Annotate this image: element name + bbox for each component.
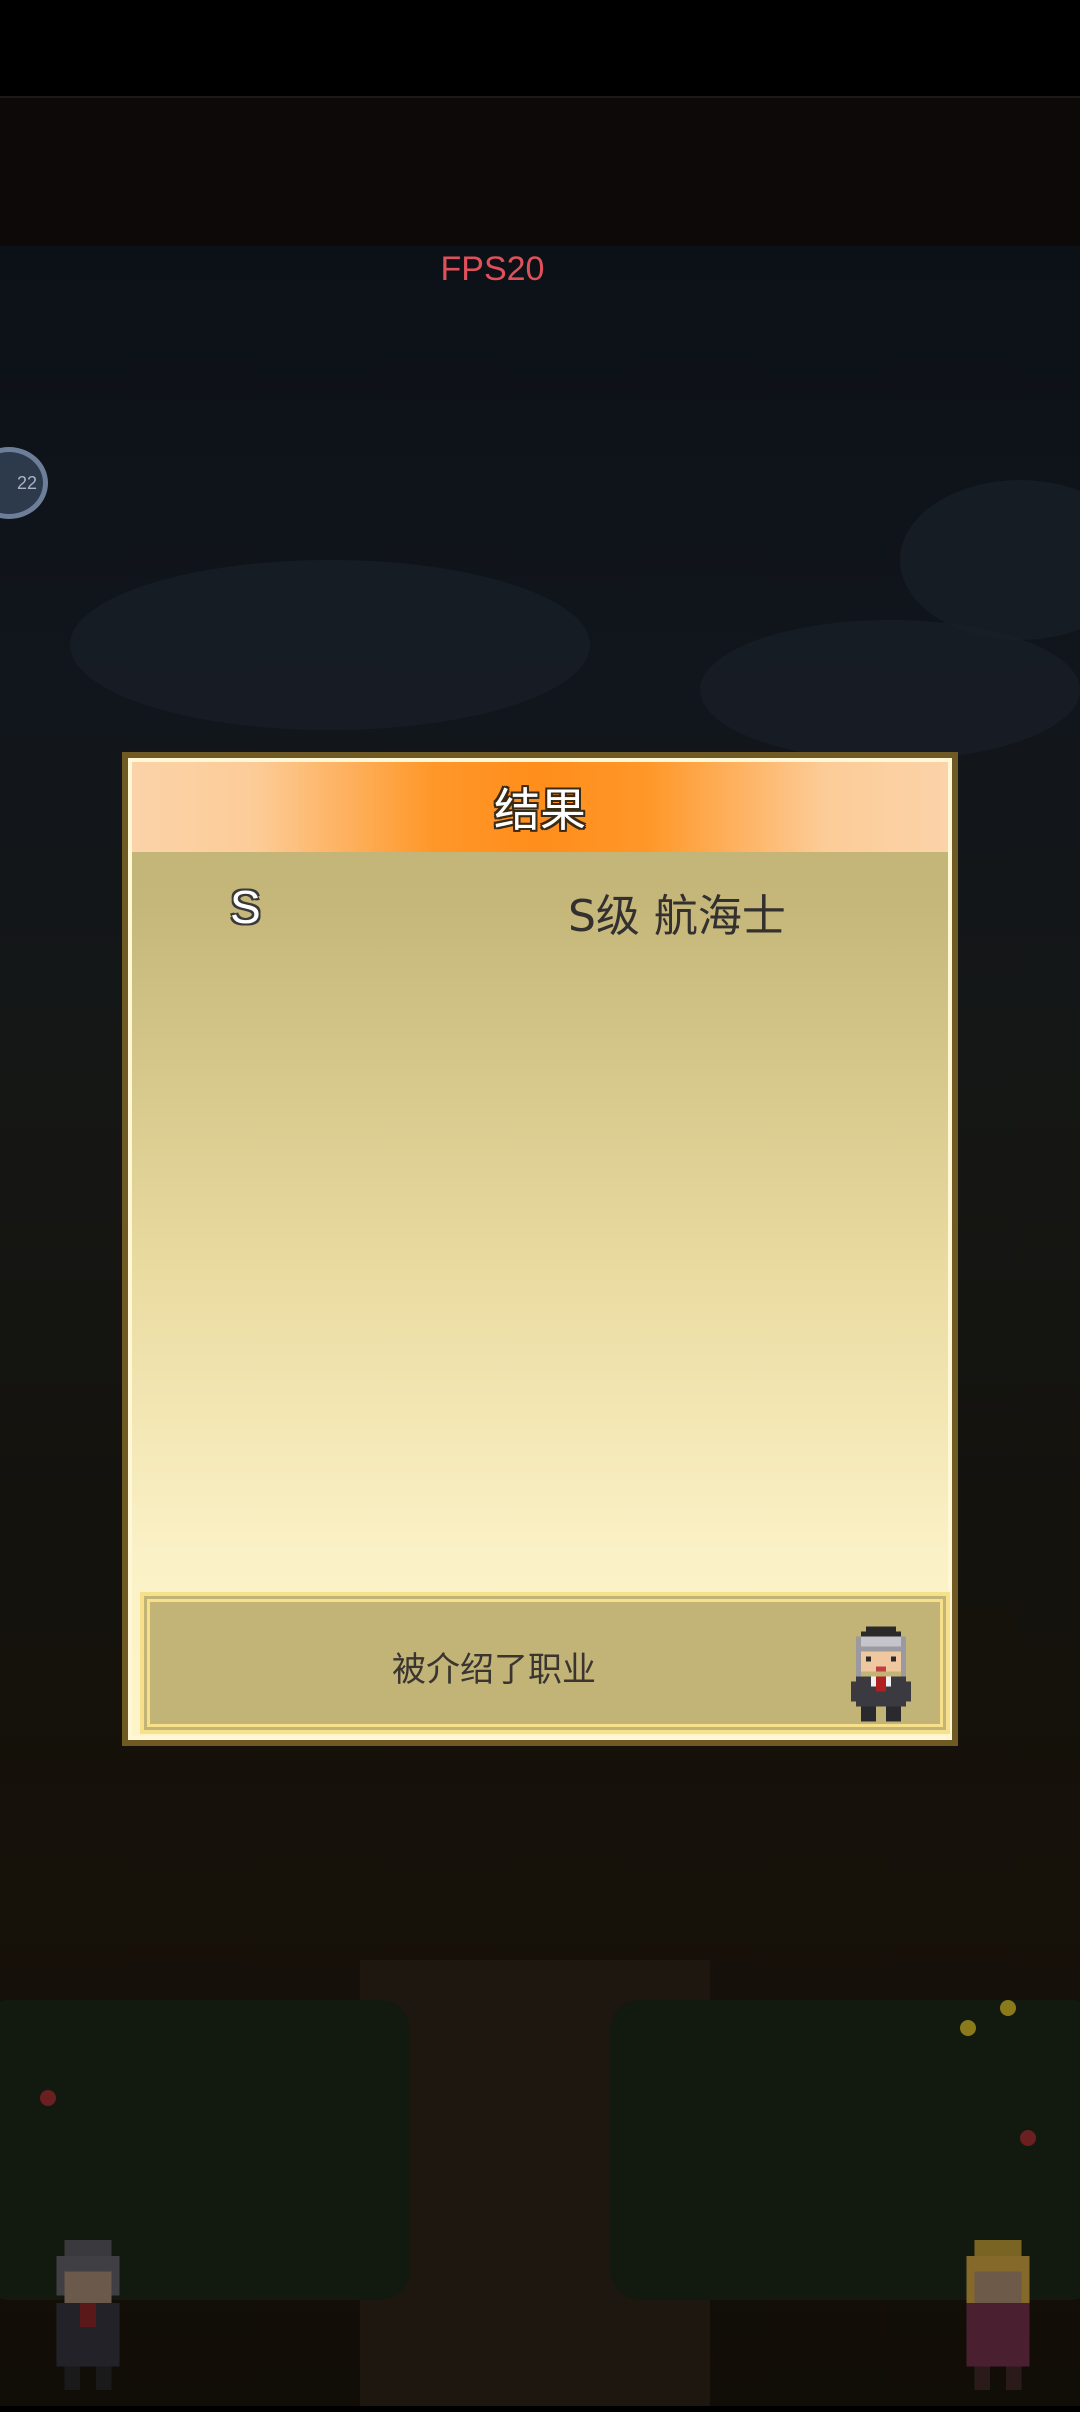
background-cloud bbox=[900, 480, 1080, 640]
background-flower bbox=[1000, 2000, 1016, 2016]
background-flower bbox=[1020, 2130, 1036, 2146]
background-cloud bbox=[70, 560, 590, 730]
result-row: S S级 航海士 bbox=[132, 880, 948, 944]
background-flower bbox=[960, 2020, 976, 2036]
left-character bbox=[56, 2240, 120, 2390]
result-job-name: S级 航海士 bbox=[568, 891, 786, 942]
result-dialog-title: 结果 bbox=[494, 783, 586, 837]
message-box[interactable]: 被介绍了职业 bbox=[140, 1592, 950, 1734]
side-level-badge[interactable]: 22 bbox=[0, 447, 48, 519]
result-dialog-body: 结果 S S级 航海士 被介绍了职业 bbox=[128, 758, 952, 1740]
game-screen: FPS20 22 结果 S S级 航海士 被介绍了职业 bbox=[0, 0, 1080, 2412]
pixel-old-man-icon bbox=[851, 1626, 911, 1722]
result-dialog[interactable]: 结果 S S级 航海士 被介绍了职业 bbox=[122, 752, 958, 1746]
result-dialog-header: 结果 bbox=[132, 762, 948, 852]
background-flower bbox=[40, 2090, 56, 2106]
right-character bbox=[966, 2240, 1030, 2390]
message-text: 被介绍了职业 bbox=[392, 1650, 596, 1690]
fps-counter: FPS20 bbox=[440, 250, 545, 288]
top-banner-area bbox=[0, 98, 1080, 246]
background-cloud bbox=[700, 620, 1080, 760]
bottom-edge bbox=[0, 2406, 1080, 2412]
result-grade: S bbox=[230, 881, 261, 933]
